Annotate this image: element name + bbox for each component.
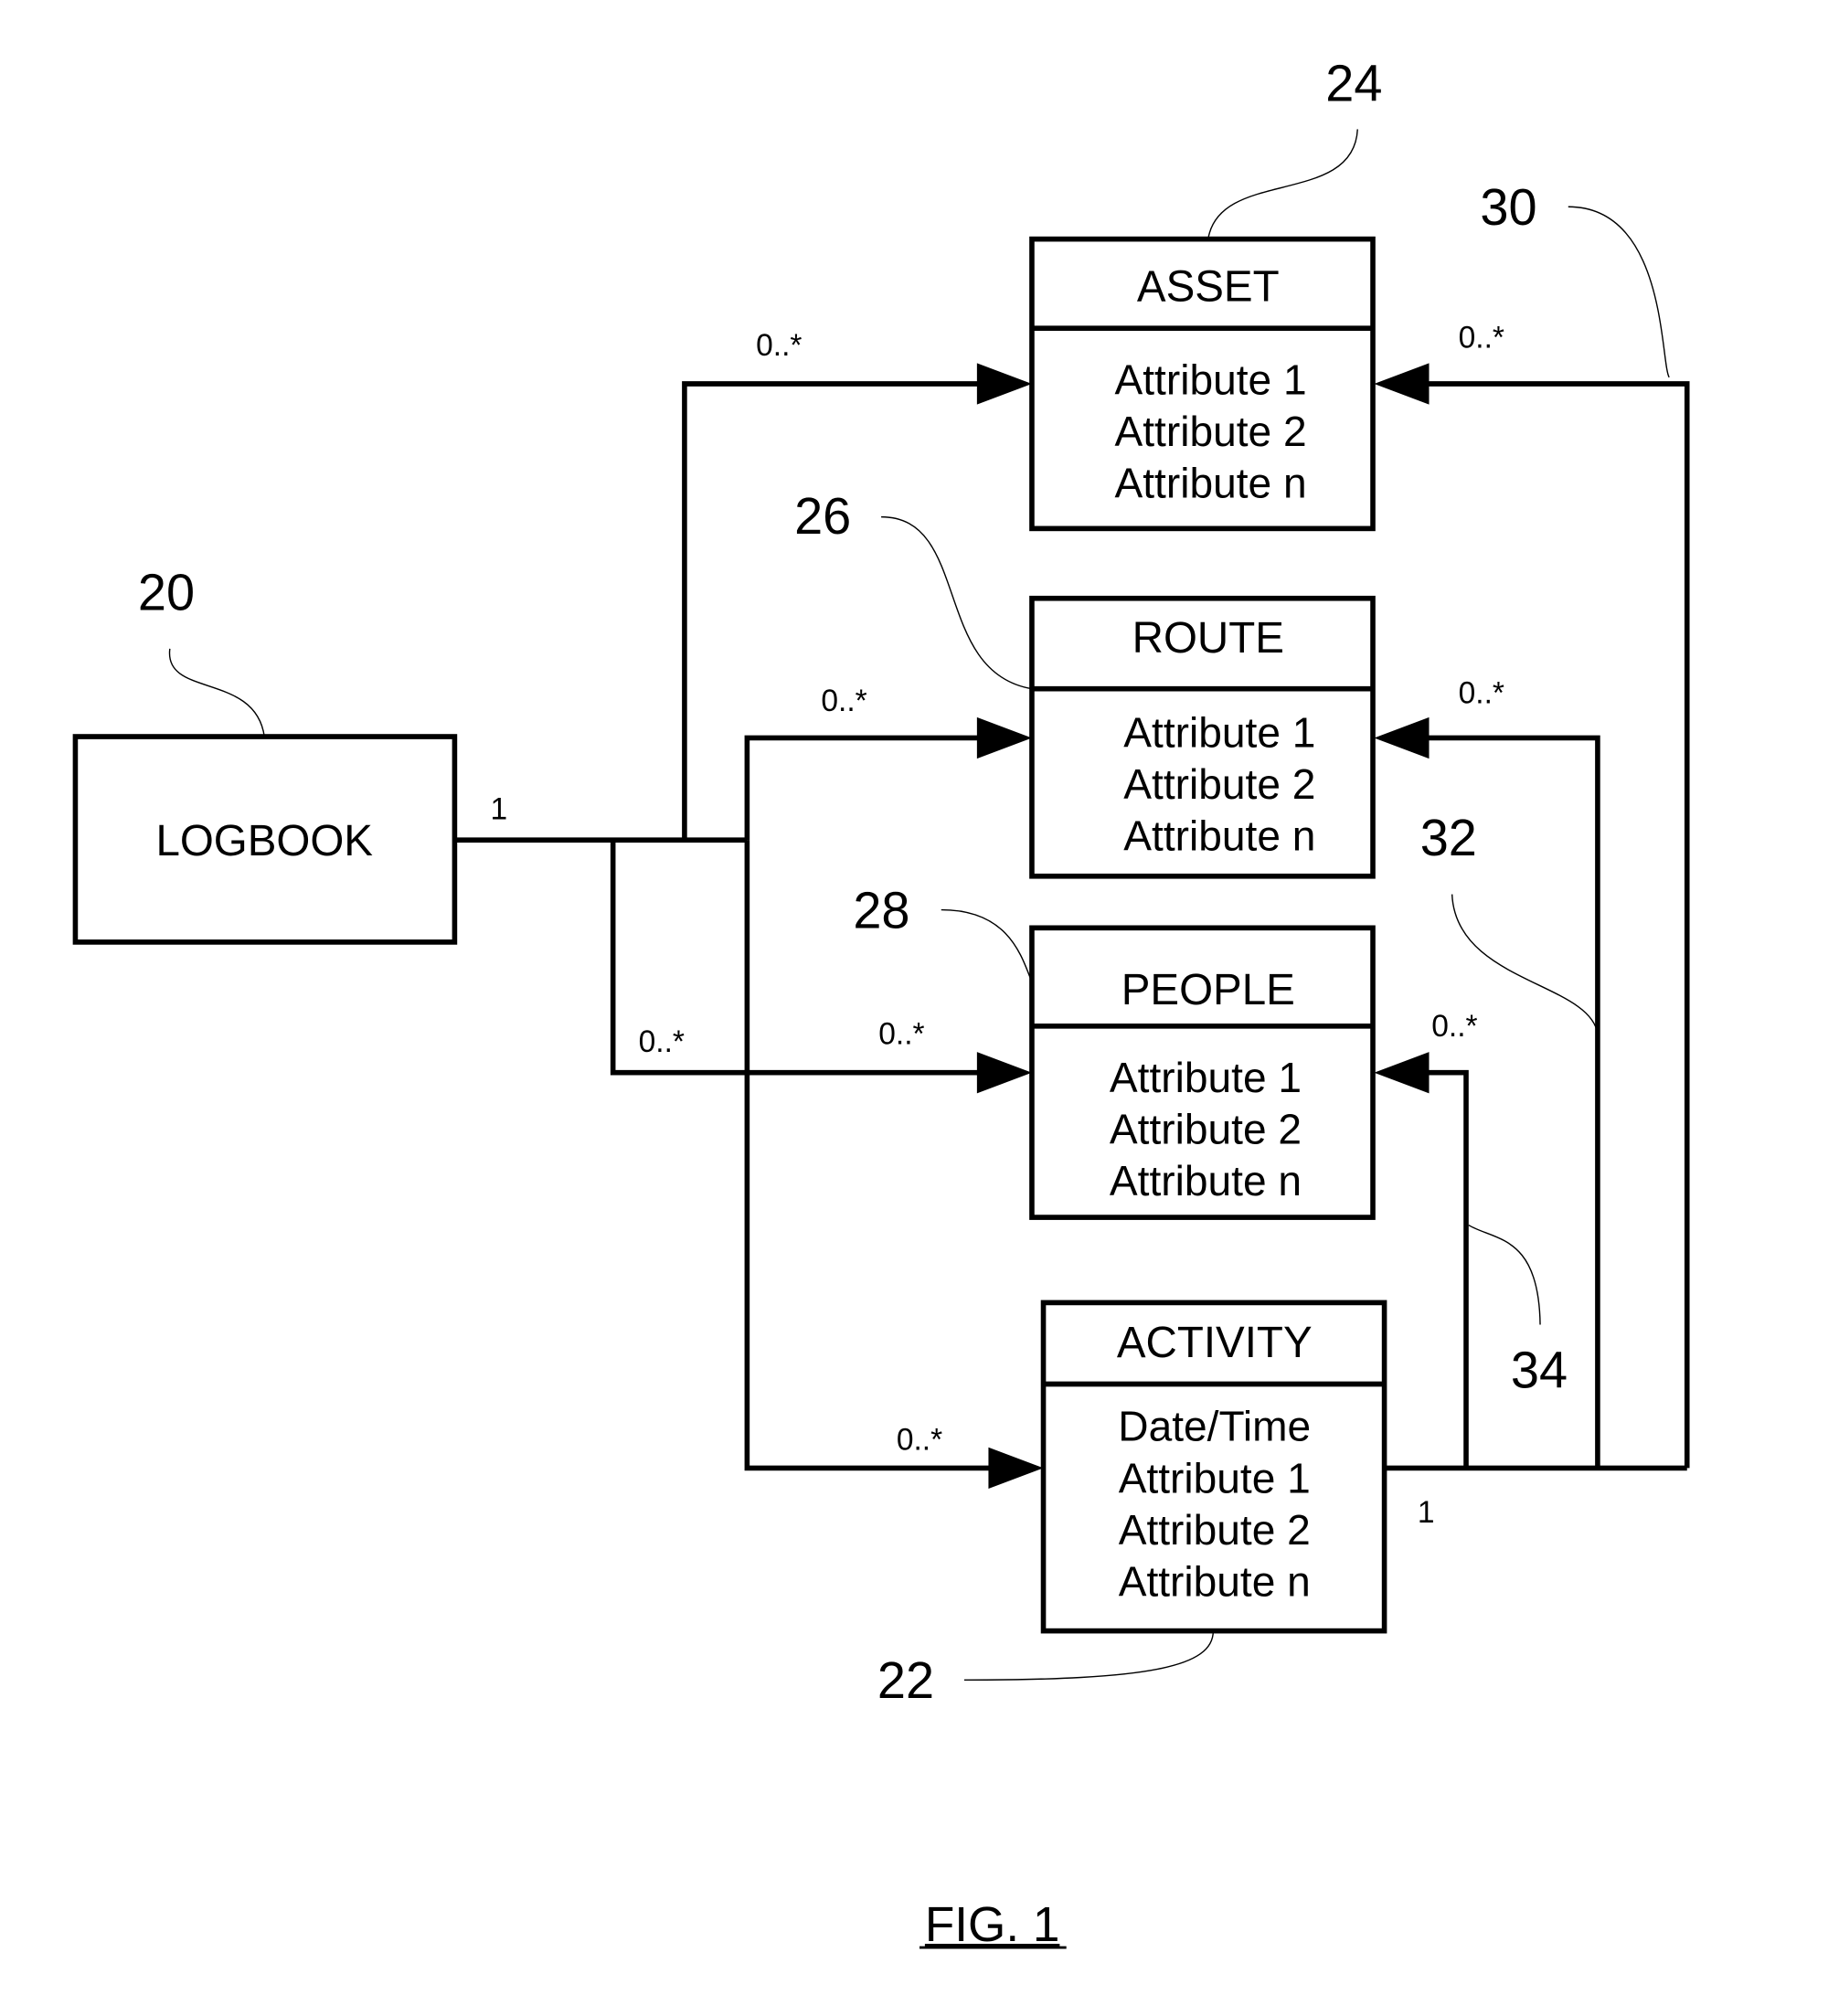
multiplicity-activity-people: 0..* (1431, 1009, 1477, 1044)
connector-logbook-route (744, 735, 983, 841)
route-title: ROUTE (1132, 614, 1284, 663)
ref-numeral-logbook: 20 (138, 563, 195, 621)
route-attribute: Attribute 1 (1123, 708, 1315, 756)
multiplicity-activity-route: 0..* (1459, 675, 1504, 710)
leader-line-activity (963, 1630, 1215, 1682)
multiplicity-logbook-people-a: 0..* (639, 1024, 685, 1059)
people-attribute: Attribute 2 (1110, 1105, 1302, 1152)
ref-numeral-activity-route: 32 (1420, 809, 1477, 866)
activity-attribute: Attribute n (1119, 1557, 1311, 1605)
entity-route: ROUTE Attribute 1 Attribute 2 Attribute … (1029, 595, 1376, 879)
arrowhead-asset-left (976, 363, 1032, 405)
entity-logbook: LOGBOOK (72, 734, 458, 945)
arrowhead-asset-right (1374, 363, 1430, 405)
activity-attribute: Attribute 1 (1119, 1454, 1311, 1501)
multiplicity-activity: 1 (1418, 1495, 1435, 1530)
ref-numeral-activity-asset: 30 (1480, 178, 1536, 236)
people-attribute: Attribute n (1110, 1157, 1302, 1204)
logbook-title: LOGBOOK (155, 817, 373, 865)
multiplicity-logbook-route: 0..* (821, 684, 866, 718)
multiplicity-logbook: 1 (491, 791, 508, 826)
connector-logbook-asset (682, 381, 983, 841)
ref-numeral-asset: 24 (1325, 54, 1382, 111)
ref-numeral-route: 26 (794, 487, 851, 545)
entity-people: PEOPLE Attribute 1 Attribute 2 Attribute… (1029, 925, 1376, 1220)
entity-asset: ASSET Attribute 1 Attribute 2 Attribute … (1029, 236, 1376, 532)
figure-caption: FIG. 1 (925, 1898, 1059, 1952)
arrowhead-people-right (1374, 1052, 1430, 1094)
connector-activity-people (1422, 1069, 1469, 1469)
activity-attribute: Date/Time (1118, 1402, 1311, 1449)
activity-connectors (1374, 363, 1690, 1471)
asset-attribute: Attribute 1 (1115, 355, 1307, 403)
multiplicity-logbook-asset: 0..* (756, 328, 802, 363)
route-attribute: Attribute 2 (1123, 760, 1315, 808)
entity-activity: ACTIVITY Date/Time Attribute 1 Attribute… (1040, 1300, 1387, 1634)
leader-line-people (941, 908, 1033, 982)
ref-numeral-activity-people: 34 (1511, 1341, 1568, 1398)
asset-attribute: Attribute n (1115, 459, 1307, 506)
leader-line-activity-asset (1568, 206, 1670, 378)
logbook-connectors (454, 363, 1044, 1490)
people-title: PEOPLE (1121, 966, 1295, 1014)
multiplicity-logbook-people-b: 0..* (878, 1016, 924, 1051)
leader-line-asset (1207, 129, 1358, 239)
activity-title: ACTIVITY (1117, 1319, 1313, 1367)
activity-attribute: Attribute 2 (1119, 1506, 1311, 1554)
arrowhead-people-left (976, 1052, 1032, 1094)
route-attribute: Attribute n (1123, 812, 1315, 859)
ref-numeral-people: 28 (853, 881, 909, 939)
uml-diagram: LOGBOOK ASSET Attribute 1 Attribute 2 At… (72, 54, 1690, 1952)
connector-activity-asset (1422, 381, 1690, 1469)
ref-numeral-activity: 22 (877, 1651, 934, 1709)
leader-line-route (881, 515, 1033, 690)
leader-line-activity-people (1468, 1224, 1541, 1325)
arrowhead-route-left (976, 716, 1032, 759)
arrowhead-activity-left (988, 1447, 1044, 1490)
people-attribute: Attribute 1 (1110, 1054, 1302, 1101)
multiplicity-activity-asset: 0..* (1459, 320, 1504, 355)
multiplicity-logbook-activity: 0..* (897, 1422, 942, 1457)
leader-line-logbook (169, 648, 265, 737)
asset-attribute: Attribute 2 (1115, 408, 1307, 455)
arrowhead-route-right (1374, 716, 1430, 759)
asset-title: ASSET (1137, 262, 1280, 311)
